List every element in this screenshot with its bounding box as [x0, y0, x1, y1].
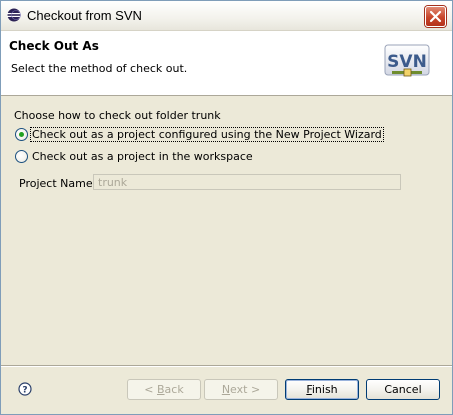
- next-label-rest: ext >: [230, 383, 261, 396]
- svn-logo-icon: SVN: [384, 44, 430, 77]
- option-workspace-project[interactable]: Check out as a project in the workspace: [15, 148, 254, 164]
- project-name-label: Project Name:: [19, 177, 97, 190]
- back-button[interactable]: < Back: [127, 379, 201, 400]
- eclipse-icon: [7, 8, 21, 22]
- svg-text:?: ?: [22, 386, 27, 396]
- next-button[interactable]: Next >: [204, 379, 278, 400]
- window-title: Checkout from SVN: [27, 8, 142, 23]
- back-mnemonic: B: [157, 383, 165, 396]
- option-label: Check out as a project in the workspace: [32, 149, 253, 163]
- finish-label-rest: inish: [311, 383, 338, 396]
- cancel-button[interactable]: Cancel: [366, 379, 440, 400]
- back-label-rest: ack: [164, 383, 184, 396]
- close-button[interactable]: [425, 6, 446, 27]
- checkout-dialog: Checkout from SVN Check Out As Select th…: [0, 0, 453, 415]
- checkout-method-label: Choose how to check out folder trunk: [14, 109, 221, 122]
- finish-button[interactable]: Finish: [285, 379, 359, 400]
- radio-button[interactable]: [15, 127, 28, 141]
- project-name-field[interactable]: trunk: [93, 174, 401, 190]
- wizard-content: Choose how to check out folder trunk Che…: [1, 97, 452, 365]
- title-bar[interactable]: Checkout from SVN: [1, 1, 452, 31]
- help-icon[interactable]: ?: [18, 382, 32, 396]
- next-mnemonic: N: [221, 383, 231, 396]
- close-icon: [429, 10, 442, 23]
- page-description: Select the method of check out.: [11, 62, 188, 75]
- radio-button[interactable]: [15, 149, 28, 163]
- option-new-project-wizard[interactable]: Check out as a project configured using …: [15, 126, 384, 142]
- option-label: Check out as a project configured using …: [30, 126, 384, 142]
- footer-separator: [1, 365, 452, 367]
- wizard-header: Check Out As Select the method of check …: [1, 31, 452, 96]
- page-title: Check Out As: [9, 39, 99, 53]
- back-prefix: <: [144, 383, 157, 396]
